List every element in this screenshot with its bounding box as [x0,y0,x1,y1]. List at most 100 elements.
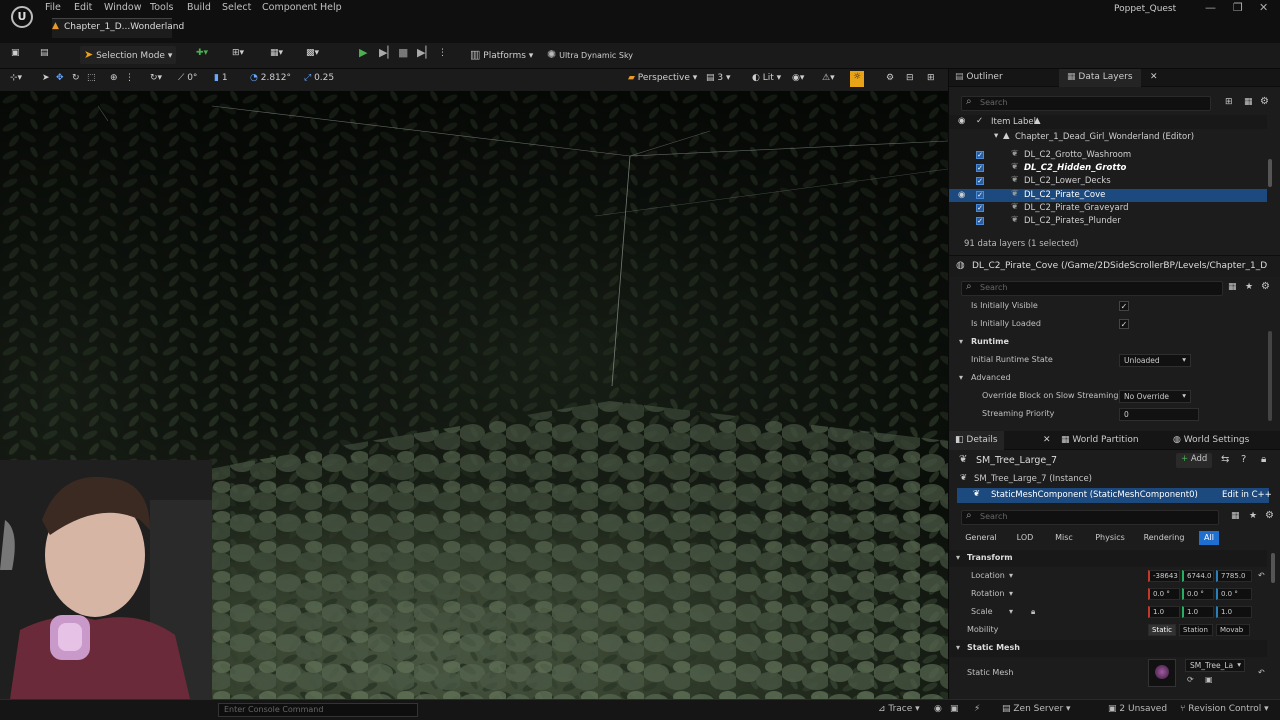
view-count[interactable]: ▤ 3 ▾ [706,73,731,83]
menu-select[interactable]: Select [222,2,251,13]
outliner-header[interactable]: ◉ ✓ Item Label ▲ [949,115,1267,129]
blueprint-convert-icon[interactable]: ⇆ [1221,454,1229,465]
scale-y[interactable]: 1.0 [1182,606,1214,618]
perspective-button[interactable]: ▰ Perspective ▾ [628,73,697,83]
tab-world-settings[interactable]: ◍ World Settings [1173,435,1249,445]
selection-mode-button[interactable]: ➤ Selection Mode ▾ [80,46,177,64]
angle-snap[interactable]: ⟋ 0° [178,73,197,83]
static-mesh-dropdown[interactable]: SM_Tree_La ▾ [1185,659,1245,672]
component-row-selected[interactable]: ❦ StaticMeshComponent (StaticMeshCompone… [957,488,1272,503]
details-grid-icon[interactable]: ▦ [1231,511,1240,521]
menu-window[interactable]: Window [104,2,141,13]
filter-icon[interactable]: ▦ [1244,97,1253,107]
lock-icon[interactable]: 🔒︎ [1261,454,1266,465]
unsaved-button[interactable]: ▣ 2 Unsaved [1108,704,1167,714]
help-icon[interactable]: ? [1241,454,1246,465]
rotation-snap[interactable]: ◔ 2.812° [250,73,291,83]
browse-icon[interactable]: ⟳ [1187,675,1194,684]
play-button[interactable]: ▶ [359,46,367,59]
scale-x[interactable]: 1.0 [1148,606,1180,618]
outliner-settings-icon[interactable]: ⚙ [1260,96,1269,107]
cinematics-icon[interactable]: ▦▾ [270,48,283,58]
rotate-icon[interactable]: ↻ [72,73,80,83]
chevron-down-icon[interactable]: ▾ [1009,571,1013,580]
menu-edit[interactable]: Edit [74,2,92,13]
blueprint-icon[interactable]: ⊞▾ [232,48,244,58]
initially-visible-checkbox[interactable]: ✓ [1119,301,1129,311]
platforms-button[interactable]: ▥ Platforms ▾ [470,48,533,61]
add-component-button[interactable]: + Add [1176,453,1213,468]
tab-data-layers[interactable]: ▦ Data Layers [1059,69,1141,87]
scale-icon[interactable]: ⬚ [87,73,96,83]
gamemode-icon[interactable]: ▩▾ [306,48,319,58]
play-options-icon[interactable]: ⋮ [438,48,447,58]
cat-runtime[interactable]: ▾ Runtime [949,334,1267,351]
filter-physics[interactable]: Physics [1089,531,1131,545]
unreal-logo-icon[interactable]: U [11,6,33,28]
filter-misc[interactable]: Misc [1047,531,1081,545]
rotate-snap-icon[interactable]: ↻▾ [150,73,162,83]
mesh-thumbnail[interactable] [1148,659,1176,687]
details-settings-icon[interactable]: ⚙ [1261,281,1270,292]
grid-view-icon[interactable]: ▦ [1228,282,1237,292]
sky-button[interactable]: ✺ Ultra Dynamic Sky [547,48,633,61]
translate-icon[interactable]: ✥ [56,73,64,83]
add-data-layer-icon[interactable]: ⊞ [1225,97,1233,107]
initially-loaded-checkbox[interactable]: ✓ [1119,319,1129,329]
content-browser-icon[interactable]: ▤ [40,48,49,58]
transform-icon[interactable]: ⊹▾ [10,73,22,83]
menu-help[interactable]: Help [320,2,342,13]
filter-all[interactable]: All [1199,531,1219,545]
filter-general[interactable]: General [961,531,1001,545]
world-icon[interactable]: ⊕ [110,73,118,83]
select-icon[interactable]: ➤ [42,73,50,83]
level-tab[interactable]: ▲ Chapter_1_D...Wonderland [52,18,184,38]
camera-speed[interactable]: ⤢ 0.25 [304,73,334,83]
close-details-icon[interactable]: ✕ [1043,435,1051,445]
grid-snap[interactable]: ▮ 1 [214,73,228,83]
component-instance-row[interactable]: ❦ SM_Tree_Large_7 (Instance) [957,473,1269,487]
filter-lod[interactable]: LOD [1007,531,1043,545]
trace-button[interactable]: ⊿ Trace ▾ [878,704,920,714]
menu-file[interactable]: File [45,2,61,13]
outliner-scrollbar[interactable] [1268,159,1272,187]
tab-world-partition[interactable]: ▦ World Partition [1061,435,1139,445]
tab-details[interactable]: ◧ Details [949,431,1004,450]
visibility-checkbox[interactable]: ✓ [976,164,984,172]
location-z[interactable]: 7785.0 [1216,570,1252,582]
chevron-down-icon[interactable]: ▾ [1009,607,1013,616]
cat-static-mesh[interactable]: ▾ Static Mesh [949,640,1267,657]
datalayer-scrollbar[interactable] [1268,331,1272,421]
eye-icon[interactable]: ◉ [958,190,965,200]
show-icon[interactable]: ◉▾ [792,73,804,83]
outliner-search[interactable]: Search [961,96,1211,111]
menu-component[interactable]: Component [262,2,317,13]
list-item[interactable]: ✓ ❦ DL_C2_Pirate_Graveyard [949,202,1267,215]
revision-control-button[interactable]: ⑂ Revision Control ▾ [1180,704,1269,714]
rotation-x[interactable]: 0.0 ° [1148,588,1180,600]
menu-build[interactable]: Build [187,2,211,13]
maximize-icon[interactable]: ❐ [1233,1,1243,14]
tab-outliner[interactable]: ▤ Outliner [955,72,1003,82]
chevron-down-icon[interactable]: ▾ [1009,589,1013,598]
details-settings-icon[interactable]: ⚙ [1265,510,1274,521]
performance-icon[interactable]: ⚠▾ [822,73,835,83]
list-item[interactable]: ✓ ❦ DL_C2_Hidden_Grotto [949,162,1267,175]
use-selected-icon[interactable]: ▣ [1205,675,1213,684]
realtime-icon[interactable]: ☼ [850,71,864,87]
details-scrollbar[interactable] [1271,553,1275,583]
rotation-z[interactable]: 0.0 ° [1216,588,1252,600]
console-input[interactable]: Enter Console Command [218,703,418,717]
details-favorite-icon[interactable]: ★ [1249,511,1257,521]
add-actor-icon[interactable]: ✚▾ [196,48,208,58]
scale-lock-icon[interactable]: 🔒︎ [1031,607,1035,617]
zen-server-button[interactable]: ▤ Zen Server ▾ [1002,704,1071,714]
list-item[interactable]: ✓ ❦ DL_C2_Lower_Decks [949,175,1267,188]
mobility-movable[interactable]: Movab [1216,624,1250,636]
location-y[interactable]: 6744.0 [1182,570,1214,582]
lit-button[interactable]: ◐ Lit ▾ [752,73,781,83]
override-block-dropdown[interactable]: No Override ▾ [1119,390,1191,403]
surface-snap-icon[interactable]: ⋮ [125,73,134,83]
visibility-checkbox[interactable]: ✓ [976,217,984,225]
record-icon[interactable]: ◉ [934,704,942,714]
